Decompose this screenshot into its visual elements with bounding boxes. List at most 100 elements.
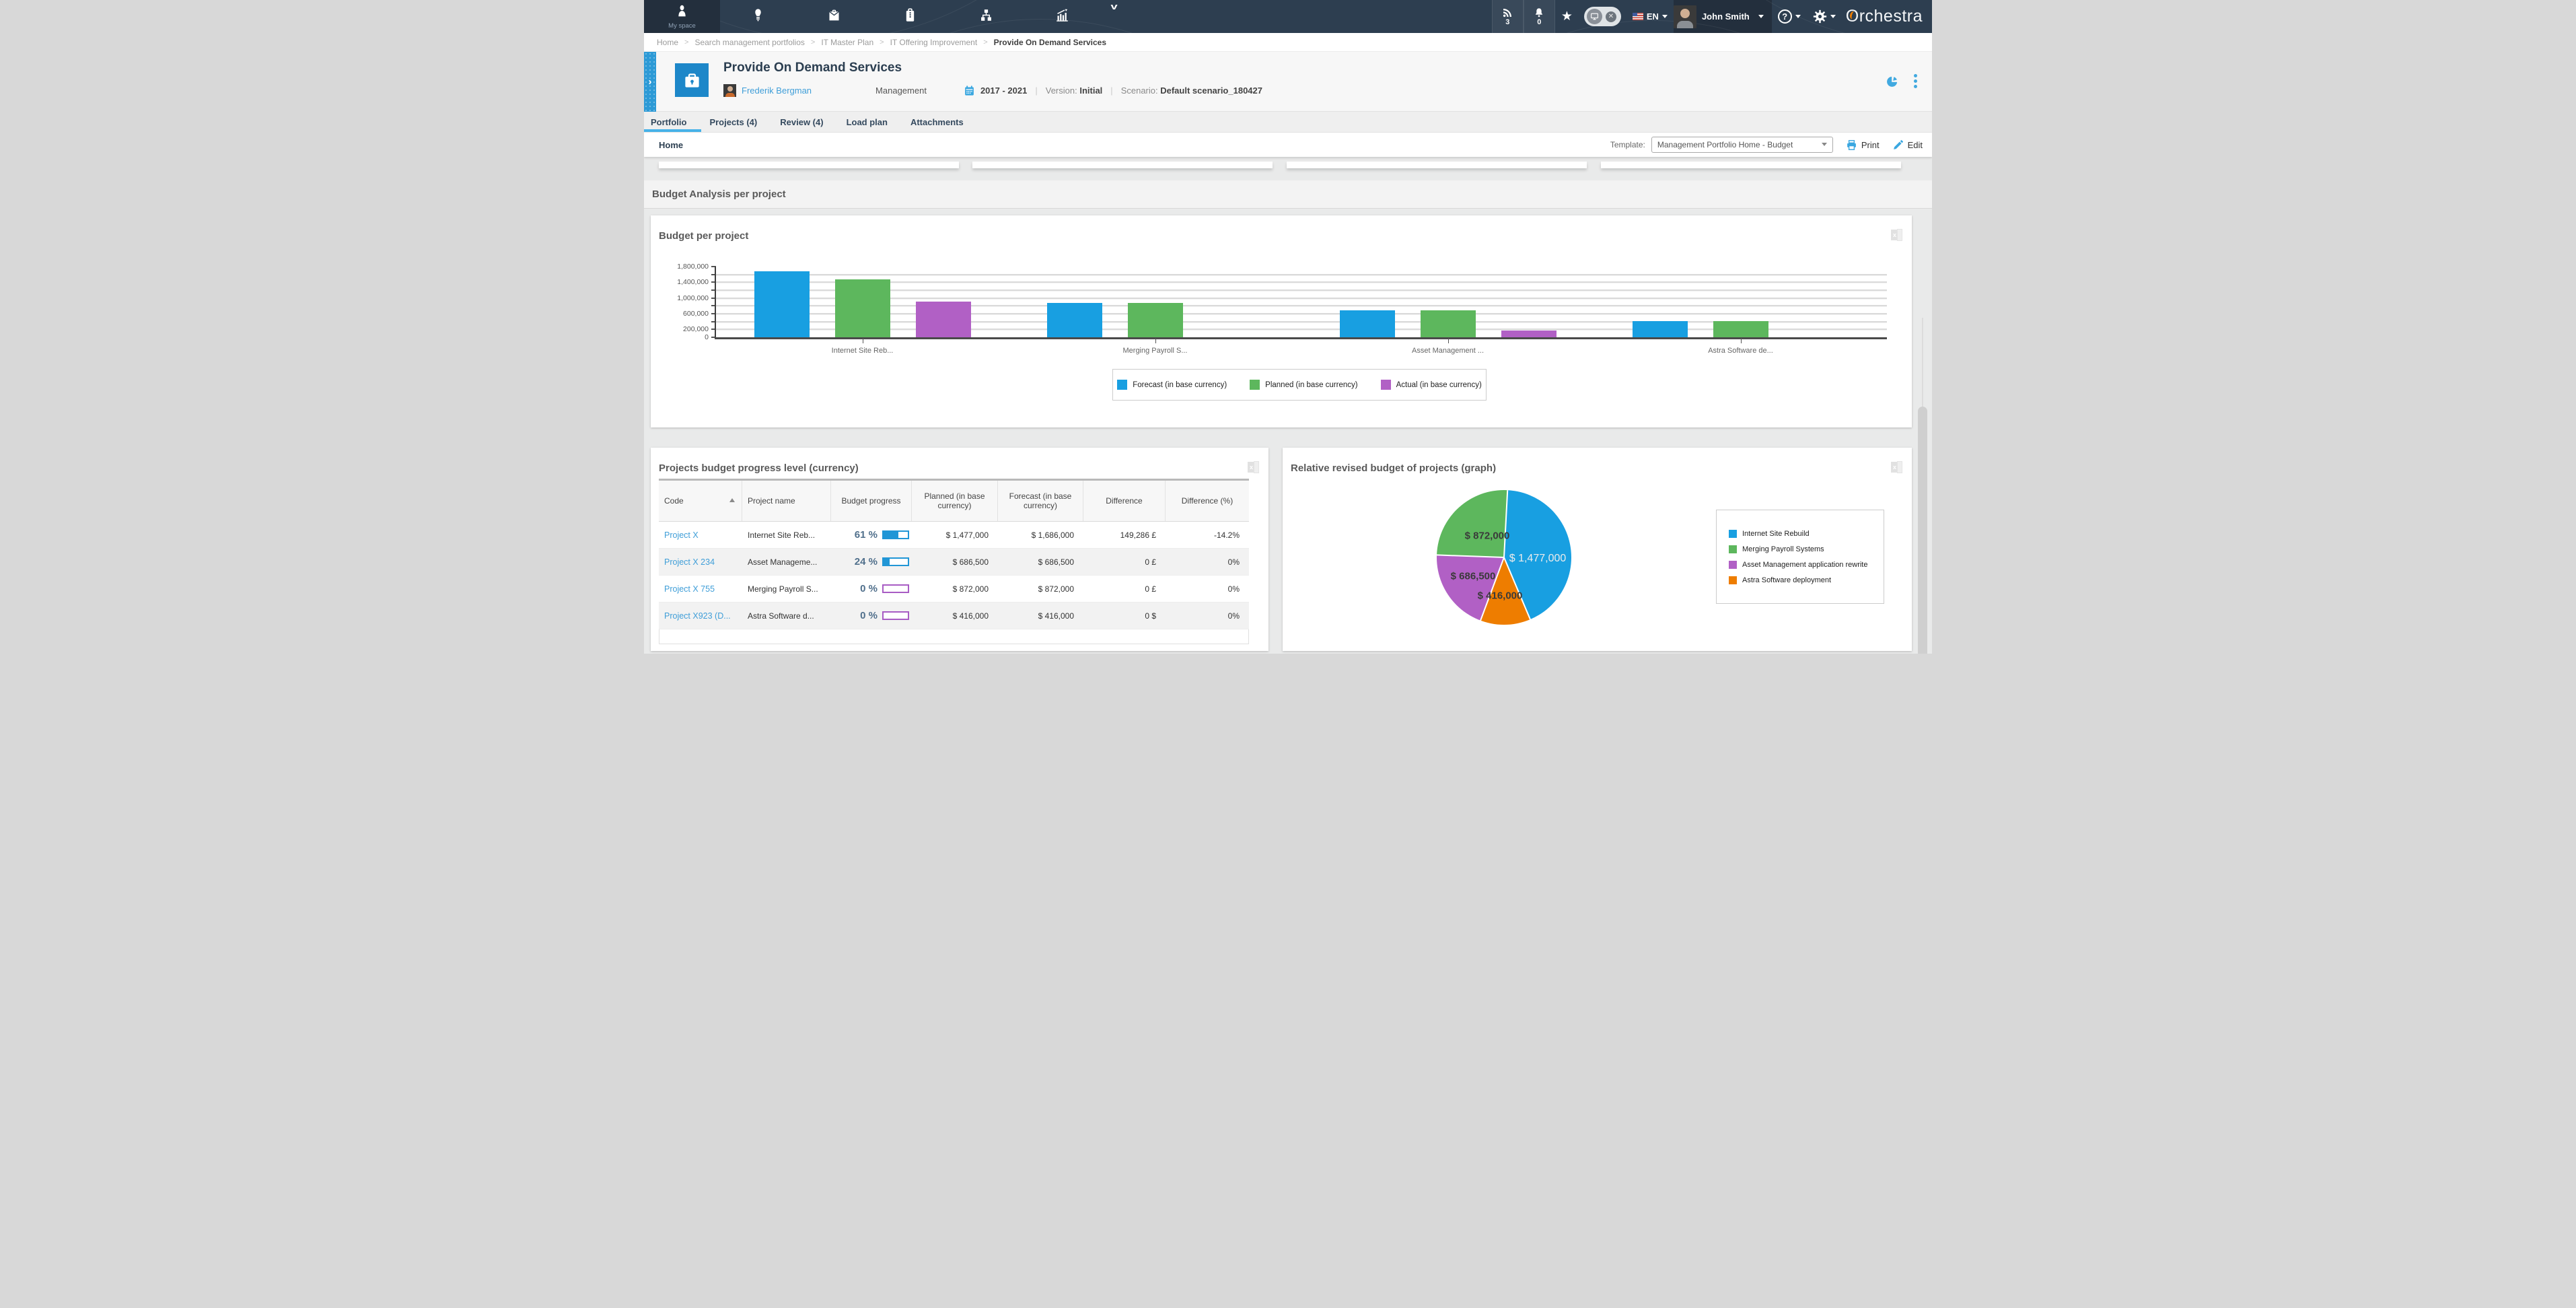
bar-group xyxy=(1301,267,1594,337)
close-icon[interactable]: ✕ xyxy=(1606,11,1616,22)
pie-chart-icon[interactable] xyxy=(1886,75,1899,88)
legend-label: Astra Software deployment xyxy=(1742,576,1831,584)
y-axis-label: 200,000 xyxy=(655,325,709,333)
chevron-down-icon xyxy=(1758,15,1764,18)
pie-slice-label: $ 872,000 xyxy=(1465,530,1510,542)
collapsed-card xyxy=(972,162,1273,168)
user-menu[interactable]: John Smith xyxy=(1674,0,1772,33)
edit-button[interactable]: Edit xyxy=(1892,139,1923,151)
progress-bar xyxy=(882,557,909,566)
briefcase-icon xyxy=(827,8,841,26)
tab-review-4[interactable]: Review (4) xyxy=(780,117,823,127)
bar-planned xyxy=(1421,310,1476,337)
difference-cell: 0 £ xyxy=(1083,584,1166,594)
scenario-value: Default scenario_180427 xyxy=(1160,85,1262,96)
bar-planned xyxy=(1128,303,1183,337)
presentation-mode-pill[interactable]: ✕ xyxy=(1584,7,1621,26)
feed-button[interactable]: 3 xyxy=(1492,0,1524,33)
progress-value: 24 % xyxy=(855,556,878,567)
breadcrumb-item[interactable]: Search management portfolios xyxy=(694,38,804,47)
category-label: Internet Site Reb... xyxy=(716,347,1009,355)
budget-progress-cell: 0 % xyxy=(831,610,912,621)
column-header-difference[interactable]: Difference xyxy=(1083,481,1166,521)
nav-item-organization[interactable] xyxy=(948,0,1024,33)
subnav-current-page[interactable]: Home xyxy=(659,140,683,150)
nav-item-my-space[interactable]: My space xyxy=(644,0,720,33)
language-selector[interactable]: EN xyxy=(1626,0,1674,33)
bar-forecast xyxy=(1047,303,1102,337)
template-select[interactable]: Management Portfolio Home - Budget xyxy=(1651,137,1833,153)
nav-item-reports[interactable] xyxy=(1024,0,1100,33)
legend-swatch xyxy=(1117,380,1127,390)
table-row: Project X923 (D...Astra Software d...0 %… xyxy=(659,603,1249,629)
application-window: My space v 3 0 ★ ✕ EN John S xyxy=(644,0,1932,654)
settings-menu[interactable] xyxy=(1807,0,1842,33)
legend-item: Merging Payroll Systems xyxy=(1729,545,1884,553)
print-button[interactable]: Print xyxy=(1846,139,1880,151)
project-code-link[interactable]: Project X 234 xyxy=(664,557,715,567)
bar-chart-title: Budget per project xyxy=(659,230,748,242)
version-value: Initial xyxy=(1079,85,1102,96)
breadcrumb-item[interactable]: IT Master Plan xyxy=(821,38,873,47)
project-code-link[interactable]: Project X923 (D... xyxy=(664,611,731,621)
chevron-down-icon xyxy=(1830,15,1836,18)
orchestra-logo: Orchestra xyxy=(1842,0,1932,33)
forecast-cell: $ 416,000 xyxy=(998,611,1083,621)
notifications-button[interactable]: 0 xyxy=(1524,0,1555,33)
tab-projects-4[interactable]: Projects (4) xyxy=(709,117,757,127)
divider: | xyxy=(1035,85,1037,96)
excel-export-icon[interactable]: x xyxy=(1891,229,1902,241)
excel-export-icon[interactable]: x xyxy=(1891,461,1902,473)
legend-item: Internet Site Rebuild xyxy=(1729,530,1884,538)
nav-more-chevron-icon[interactable]: v xyxy=(1111,1,1118,11)
header-actions xyxy=(1886,74,1917,88)
category-label: Merging Payroll S... xyxy=(1009,347,1301,355)
legend-item: Astra Software deployment xyxy=(1729,576,1884,584)
project-code-link[interactable]: Project X xyxy=(664,530,699,540)
column-header-budget-progress[interactable]: Budget progress xyxy=(831,481,912,521)
section-header: Budget Analysis per project xyxy=(644,180,1932,209)
owner-link[interactable]: Frederik Bergman xyxy=(742,85,812,96)
excel-export-icon[interactable]: x xyxy=(1248,461,1259,473)
scrollbar-thumb[interactable] xyxy=(1918,407,1927,654)
legend-swatch xyxy=(1381,380,1391,390)
tab-bar: Portfolio Projects (4) Review (4) Load plan… xyxy=(644,112,1932,133)
table-empty-row xyxy=(659,629,1249,644)
column-header-difference[interactable]: Difference (%) xyxy=(1166,481,1249,521)
legend-label: Planned (in base currency) xyxy=(1265,381,1357,389)
column-header-forecast-in-base-currency[interactable]: Forecast (in base currency) xyxy=(998,481,1083,521)
column-header-code[interactable]: Code xyxy=(659,481,742,521)
breadcrumb-item[interactable]: IT Offering Improvement xyxy=(890,38,978,47)
nav-item-projects[interactable] xyxy=(796,0,872,33)
user-name: John Smith xyxy=(1702,11,1750,22)
collapsed-card xyxy=(1287,162,1587,168)
favorites-button[interactable]: ★ xyxy=(1555,0,1579,33)
expand-sidebar-strip[interactable]: › xyxy=(644,52,656,112)
nav-item-portfolios[interactable] xyxy=(872,0,948,33)
project-name-cell: Merging Payroll S... xyxy=(742,584,831,594)
tab-load-plan[interactable]: Load plan xyxy=(847,117,888,127)
star-icon: ★ xyxy=(1561,9,1573,24)
difference-cell: 0 $ xyxy=(1083,611,1166,621)
project-code-link[interactable]: Project X 755 xyxy=(664,584,715,594)
bar-group xyxy=(1594,267,1887,337)
person-icon xyxy=(675,4,689,22)
legend-item: Asset Management application rewrite xyxy=(1729,561,1884,569)
help-menu[interactable]: ? xyxy=(1772,0,1807,33)
column-header-project-name[interactable]: Project name xyxy=(742,481,831,521)
planned-cell: $ 1,477,000 xyxy=(912,530,998,540)
kebab-menu-icon[interactable] xyxy=(1914,74,1917,88)
portfolio-header: › Provide On Demand Services Frederik Be… xyxy=(644,52,1932,112)
presentation-mode-toggle[interactable]: ✕ xyxy=(1579,0,1626,33)
nav-item-ideas[interactable] xyxy=(720,0,796,33)
monitor-icon xyxy=(1587,9,1602,24)
tab-attachments[interactable]: Attachments xyxy=(910,117,964,127)
column-header-planned-in-base-currency[interactable]: Planned (in base currency) xyxy=(912,481,998,521)
legend-item: Planned (in base currency) xyxy=(1250,380,1357,390)
bar-forecast xyxy=(754,271,810,337)
active-tab-underline xyxy=(644,129,701,132)
bar-forecast xyxy=(1633,321,1688,337)
breadcrumb-item[interactable]: Home xyxy=(657,38,678,47)
tab-portfolio[interactable]: Portfolio xyxy=(651,117,686,127)
projects-table: CodeProject nameBudget progressPlanned (… xyxy=(659,479,1249,644)
